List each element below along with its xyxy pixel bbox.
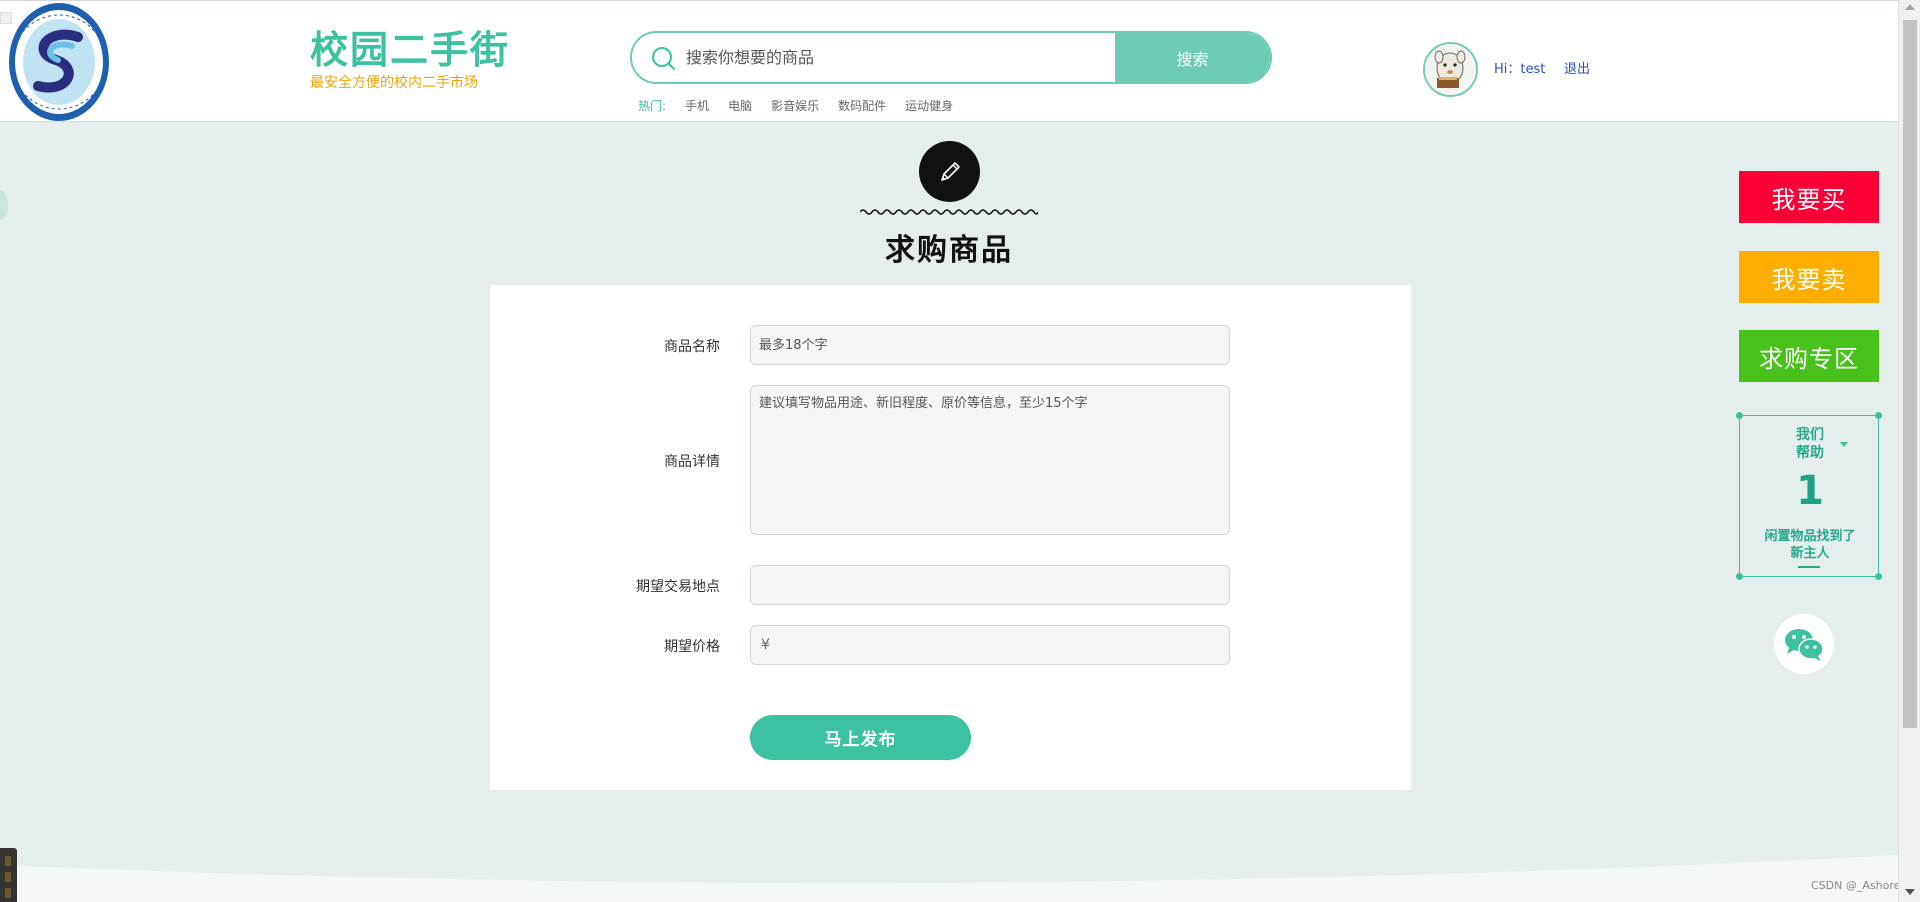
hot-label: 热门: xyxy=(638,99,667,113)
corner-dot xyxy=(1736,573,1743,580)
help-count: 1 xyxy=(1796,468,1824,514)
location-input[interactable] xyxy=(750,565,1230,605)
want-zone-button[interactable]: 求购专区 xyxy=(1739,330,1879,382)
hot-link-computer[interactable]: 电脑 xyxy=(728,97,752,114)
wechat-icon[interactable] xyxy=(1774,614,1834,674)
brand-title: 校园二手街 xyxy=(310,27,511,72)
search-box: 搜索 xyxy=(630,31,1272,84)
dev-toolbar-handle[interactable] xyxy=(0,848,17,902)
search-input[interactable] xyxy=(686,33,1186,82)
brand-subtitle: 最安全方便的校内二手市场 xyxy=(310,75,478,91)
item-name-input[interactable] xyxy=(750,325,1230,365)
price-label: 期望价格 xyxy=(664,639,720,655)
scroll-thumb[interactable] xyxy=(1903,20,1917,728)
corner-dot xyxy=(1736,412,1743,419)
site-header: 校园二手街 最安全方便的校内二手市场 搜索 热门: 手机 电脑 影音娱乐 数码配… xyxy=(0,0,1898,122)
avatar[interactable] xyxy=(1423,42,1478,97)
caret-down-icon xyxy=(1840,442,1848,447)
hot-link-media[interactable]: 影音娱乐 xyxy=(771,97,819,114)
logout-link[interactable]: 退出 xyxy=(1564,58,1590,77)
help-desc-line2: 新主人 xyxy=(1790,546,1830,561)
price-field: ¥ xyxy=(750,625,1230,665)
buy-button[interactable]: 我要买 xyxy=(1739,171,1879,223)
help-underline xyxy=(1798,566,1820,568)
publish-button[interactable]: 马上发布 xyxy=(750,715,971,760)
school-logo[interactable] xyxy=(8,2,111,122)
help-desc-line1: 闲置物品找到了 xyxy=(1764,529,1856,544)
item-detail-textarea[interactable] xyxy=(750,385,1230,535)
search-button[interactable]: 搜索 xyxy=(1115,33,1270,82)
detail-label: 商品详情 xyxy=(664,454,720,470)
page-scrollbar[interactable] xyxy=(1898,0,1920,902)
hot-link-sports[interactable]: 运动健身 xyxy=(905,97,953,114)
hot-link-accessories[interactable]: 数码配件 xyxy=(838,97,886,114)
corner-dot xyxy=(1875,573,1882,580)
side-tab[interactable] xyxy=(0,190,8,220)
watermark: CSDN @_Ashore xyxy=(1811,879,1901,892)
help-title-line2: 帮助 xyxy=(1796,445,1824,461)
bottom-wave-decoration xyxy=(0,855,1898,902)
hot-link-phone[interactable]: 手机 xyxy=(685,97,709,114)
help-description: 闲置物品找到了 新主人 xyxy=(1740,528,1880,562)
user-greeting: Hi：test xyxy=(1494,62,1546,77)
pencil-icon xyxy=(919,141,980,202)
corner-dot xyxy=(1875,412,1882,419)
title-wave-divider xyxy=(860,209,1038,215)
name-label: 商品名称 xyxy=(664,339,720,355)
scroll-down-icon[interactable] xyxy=(1905,889,1915,895)
help-title: 我们 帮助 xyxy=(1740,426,1880,462)
search-icon xyxy=(650,45,676,71)
help-title-line1: 我们 xyxy=(1796,427,1824,443)
scroll-up-icon[interactable] xyxy=(1905,4,1915,10)
sell-button[interactable]: 我要卖 xyxy=(1739,251,1879,303)
request-form: 商品名称 商品详情 期望交易地点 期望价格 ¥ 马上发布 xyxy=(490,285,1411,790)
currency-symbol: ¥ xyxy=(761,637,770,653)
location-label: 期望交易地点 xyxy=(636,579,720,595)
corner-marker xyxy=(0,12,12,24)
page-title: 求购商品 xyxy=(885,233,1013,268)
price-input[interactable] xyxy=(777,626,1217,664)
help-stats-box: 我们 帮助 1 闲置物品找到了 新主人 xyxy=(1736,412,1882,580)
hot-keywords: 热门: 手机 电脑 影音娱乐 数码配件 运动健身 xyxy=(638,97,953,114)
